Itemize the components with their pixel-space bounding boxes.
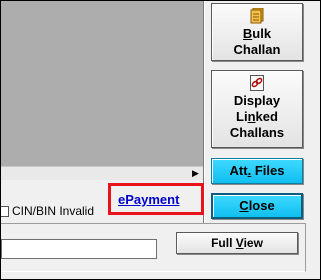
document-stack-icon [250,8,264,24]
text-input[interactable] [1,239,157,259]
linked-challan-icon [250,75,264,91]
full-view-accel: V [235,236,244,250]
horizontal-scrollbar[interactable]: ▶ [1,166,203,180]
full-view-button[interactable]: Full View [176,232,298,254]
cin-bin-invalid-checkbox-row[interactable]: CIN/BIN Invalid [1,204,94,218]
full-view-pre: Full [211,236,236,250]
records-grid-area [1,1,203,166]
close-accel: C [239,198,249,213]
close-button[interactable]: Close [211,193,303,219]
att-files-label-pre: Att [229,163,248,178]
scroll-right-arrow-icon[interactable]: ▶ [190,167,201,180]
display-linked-challans-button[interactable]: Display Linked Challans [211,70,303,148]
display-linked-line2: Linked [236,109,278,124]
bulk-challan-line2: Challan [233,42,281,57]
close-label-rest: lose [248,198,275,213]
cin-bin-invalid-checkbox[interactable] [1,206,9,217]
bulk-challan-button[interactable]: Bulk Challan [211,3,303,61]
bulk-challan-line1: Bulk [242,26,272,41]
display-linked-line1: Display [233,93,281,108]
full-view-post: iew [243,236,263,250]
divider-highlight [204,1,205,223]
att-files-label-post: Files [251,163,285,178]
cin-bin-invalid-label: CIN/BIN Invalid [12,204,95,218]
epayment-link[interactable]: ePayment [118,192,179,207]
display-linked-line3: Challans [229,125,285,140]
attached-files-button[interactable]: Att. Files [211,158,303,184]
